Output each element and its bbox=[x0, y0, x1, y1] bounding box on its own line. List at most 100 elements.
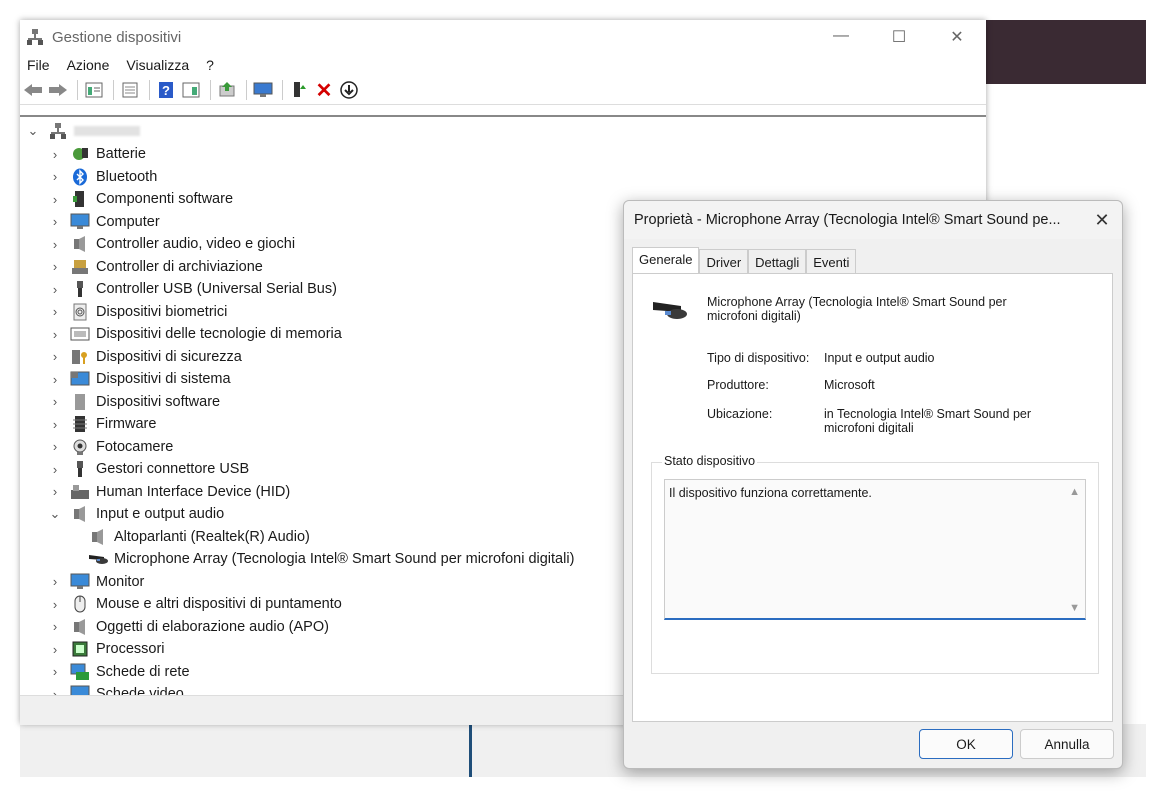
tree-item-label: Dispositivi di sicurezza bbox=[96, 348, 242, 365]
tree-category[interactable]: › Bluetooth bbox=[48, 166, 157, 188]
help-icon[interactable]: ? bbox=[155, 80, 177, 100]
speaker-icon bbox=[70, 235, 90, 253]
tree-item-label: Mouse e altri dispositivi di puntamento bbox=[96, 596, 342, 612]
dialog-title-bar[interactable]: Proprietà - Microphone Array (Tecnologia… bbox=[624, 201, 1122, 239]
forward-icon[interactable] bbox=[47, 80, 69, 100]
tree-category[interactable]: › Firmware bbox=[48, 413, 156, 435]
chevron-down-icon[interactable]: ⌄ bbox=[26, 123, 40, 139]
chevron-right-icon[interactable]: › bbox=[48, 214, 62, 229]
tab-eventi[interactable]: Eventi bbox=[806, 249, 857, 274]
tree-category[interactable]: › Controller USB (Universal Serial Bus) bbox=[48, 278, 337, 300]
chevron-down-icon[interactable]: ⌄ bbox=[48, 506, 62, 522]
chevron-right-icon[interactable]: › bbox=[48, 664, 62, 679]
uninstall-icon[interactable]: ✕ bbox=[313, 80, 335, 102]
tree-category[interactable]: › Dispositivi biometrici bbox=[48, 301, 227, 323]
chevron-right-icon[interactable]: › bbox=[48, 574, 62, 589]
chevron-right-icon[interactable]: › bbox=[48, 327, 62, 342]
tab-generale[interactable]: Generale bbox=[632, 247, 700, 274]
tree-category[interactable]: › Fotocamere bbox=[48, 436, 173, 458]
menu-help[interactable]: ? bbox=[206, 57, 214, 73]
chevron-right-icon[interactable]: › bbox=[48, 282, 62, 297]
ok-button[interactable]: OK bbox=[919, 729, 1013, 759]
tree-item-label: Firmware bbox=[96, 416, 157, 432]
tree-category[interactable]: › Processori bbox=[48, 638, 165, 660]
tab-dettagli[interactable]: Dettagli bbox=[748, 249, 807, 274]
tree-category[interactable]: › Dispositivi di sistema bbox=[48, 368, 231, 390]
back-icon[interactable] bbox=[22, 80, 44, 100]
tree-root[interactable]: ⌄ bbox=[26, 120, 140, 142]
tree-category[interactable]: › Oggetti di elaborazione audio (APO) bbox=[48, 616, 329, 638]
tree-category[interactable]: › Mouse e altri dispositivi di puntamento bbox=[48, 593, 342, 615]
tree-category[interactable]: › Dispositivi delle tecnologie di memoria bbox=[48, 323, 342, 345]
disable-icon[interactable] bbox=[338, 80, 360, 100]
chevron-right-icon[interactable]: › bbox=[48, 192, 62, 207]
chevron-right-icon[interactable]: › bbox=[48, 642, 62, 657]
location-label: Ubicazione: bbox=[707, 407, 773, 421]
tab-driver[interactable]: Driver bbox=[699, 249, 749, 274]
chevron-right-icon[interactable]: › bbox=[48, 169, 62, 184]
storage-icon bbox=[70, 258, 90, 276]
title-bar[interactable]: Gestione dispositivi — ☐ ✕ bbox=[20, 20, 986, 54]
network-icon bbox=[70, 663, 90, 681]
tree-child-item[interactable]: Microphone Array (Tecnologia Intel® Smar… bbox=[88, 548, 574, 570]
scroll-down-icon[interactable]: ▼ bbox=[1069, 602, 1080, 614]
menu-file[interactable]: File bbox=[27, 57, 50, 73]
properties-dialog: Proprietà - Microphone Array (Tecnologia… bbox=[623, 200, 1123, 769]
device-status-textbox[interactable]: Il dispositivo funziona correttamente. ▲… bbox=[664, 479, 1086, 620]
tree-category[interactable]: › Gestori connettore USB bbox=[48, 458, 249, 480]
chevron-right-icon[interactable]: › bbox=[48, 462, 62, 477]
tree-category[interactable]: › Batterie bbox=[48, 143, 146, 165]
device-name: Microphone Array (Tecnologia Intel® Smar… bbox=[707, 295, 1007, 323]
tree-child-item[interactable]: Altoparlanti (Realtek(R) Audio) bbox=[88, 526, 310, 548]
minimize-button[interactable]: — bbox=[812, 27, 870, 47]
chevron-right-icon[interactable]: › bbox=[48, 597, 62, 612]
tree-category[interactable]: › Human Interface Device (HID) bbox=[48, 481, 290, 503]
chevron-right-icon[interactable]: › bbox=[48, 259, 62, 274]
battery-icon bbox=[70, 145, 90, 163]
update-driver-icon[interactable] bbox=[216, 80, 238, 100]
maximize-button[interactable]: ☐ bbox=[870, 27, 928, 47]
cancel-button[interactable]: Annulla bbox=[1020, 729, 1114, 759]
tree-category[interactable]: › Monitor bbox=[48, 571, 144, 593]
toolbar-separator bbox=[246, 80, 247, 100]
tree-category[interactable]: › Componenti software bbox=[48, 188, 233, 210]
toolbar: ? ✕ bbox=[20, 76, 986, 105]
tree-item-label: Microphone Array (Tecnologia Intel® Smar… bbox=[114, 551, 575, 567]
menu-visualizza[interactable]: Visualizza bbox=[126, 57, 189, 73]
tree-category[interactable]: › Controller di archiviazione bbox=[48, 256, 263, 278]
tree-category[interactable]: › Schede di rete bbox=[48, 661, 190, 683]
chevron-right-icon[interactable]: › bbox=[48, 439, 62, 454]
tree-item-label: Dispositivi software bbox=[96, 393, 221, 410]
properties-icon[interactable] bbox=[83, 80, 105, 100]
close-button[interactable]: ✕ bbox=[928, 27, 986, 47]
menu-azione[interactable]: Azione bbox=[67, 57, 110, 73]
chevron-right-icon[interactable]: › bbox=[48, 619, 62, 634]
location-value-line1: in Tecnologia Intel® Smart Sound per bbox=[824, 407, 1032, 421]
chevron-right-icon[interactable]: › bbox=[48, 237, 62, 252]
chevron-right-icon[interactable]: › bbox=[48, 417, 62, 432]
bluetooth-icon bbox=[70, 168, 90, 186]
dialog-close-button[interactable]: ✕ bbox=[1082, 210, 1122, 231]
view-icon[interactable] bbox=[180, 80, 202, 100]
system-icon bbox=[70, 370, 90, 388]
tree-item-label: Monitor bbox=[96, 573, 145, 590]
list-icon[interactable] bbox=[119, 80, 141, 100]
tree-category[interactable]: › Dispositivi di sicurezza bbox=[48, 346, 242, 368]
chevron-right-icon[interactable]: › bbox=[48, 304, 62, 319]
tree-category[interactable]: › Controller audio, video e giochi bbox=[48, 233, 295, 255]
chevron-right-icon[interactable]: › bbox=[48, 484, 62, 499]
scroll-up-icon[interactable]: ▲ bbox=[1069, 486, 1080, 498]
tree-category[interactable]: › Dispositivi software bbox=[48, 391, 220, 413]
tree-category[interactable]: ⌄ Input e output audio bbox=[48, 503, 224, 525]
hid-icon bbox=[70, 483, 90, 501]
manufacturer-value: Microsoft bbox=[824, 378, 875, 392]
chevron-right-icon[interactable]: › bbox=[48, 372, 62, 387]
tree-category[interactable]: › Computer bbox=[48, 211, 160, 233]
chevron-right-icon[interactable]: › bbox=[48, 147, 62, 162]
scan-hardware-icon[interactable] bbox=[252, 80, 274, 100]
chevron-right-icon[interactable]: › bbox=[48, 349, 62, 364]
chevron-right-icon[interactable]: › bbox=[48, 394, 62, 409]
microphone-array-icon bbox=[651, 296, 689, 329]
enable-device-icon[interactable] bbox=[288, 80, 310, 100]
tree-item-label: Human Interface Device (HID) bbox=[96, 483, 291, 500]
